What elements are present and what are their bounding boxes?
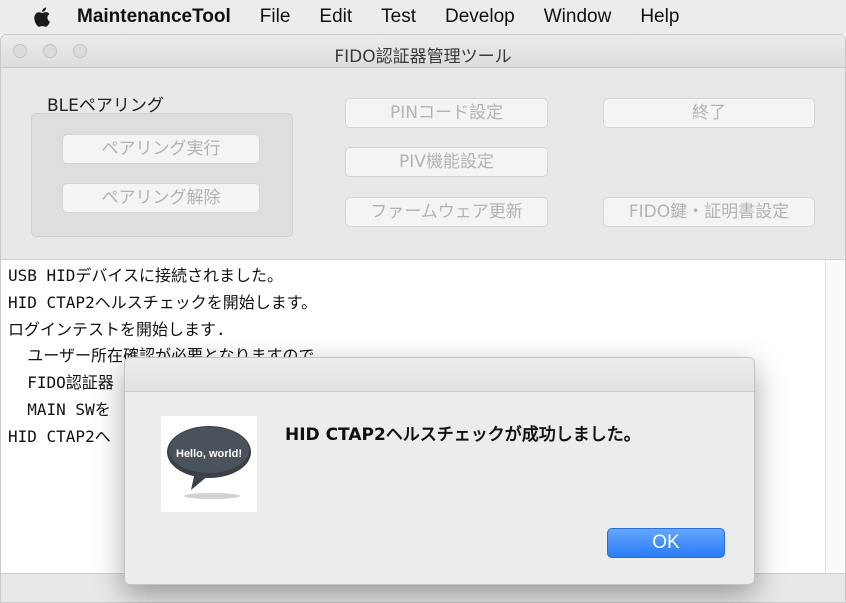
menu-bar: MaintenanceTool File Edit Test Develop W… — [0, 0, 846, 34]
log-line: USB HIDデバイスに接続されました。 — [8, 266, 283, 285]
log-line: ログインテストを開始します. — [8, 320, 226, 339]
menu-test[interactable]: Test — [381, 6, 416, 28]
window-titlebar[interactable]: FIDO認証器管理ツール — [1, 35, 845, 68]
menu-develop[interactable]: Develop — [445, 6, 515, 28]
alert-message: HID CTAP2ヘルスチェックが成功しました。 — [285, 425, 641, 445]
alert-sheet: Hello, world! HID CTAP2ヘルスチェックが成功しました。 O… — [124, 357, 755, 585]
alert-sheet-top — [125, 358, 754, 392]
firmware-update-button[interactable]: ファームウェア更新 — [345, 197, 548, 227]
menu-edit[interactable]: Edit — [319, 6, 352, 28]
pair-button[interactable]: ペアリング実行 — [62, 134, 260, 164]
quit-button[interactable]: 終了 — [603, 98, 815, 128]
apple-menu-icon[interactable] — [31, 5, 55, 29]
piv-settings-button[interactable]: PIV機能設定 — [345, 147, 548, 177]
menu-file[interactable]: File — [260, 6, 291, 28]
unpair-button[interactable]: ペアリング解除 — [62, 183, 260, 213]
menu-help[interactable]: Help — [640, 6, 679, 28]
menu-app-name[interactable]: MaintenanceTool — [77, 6, 231, 28]
fido-key-settings-button[interactable]: FIDO鍵・証明書設定 — [603, 197, 815, 227]
menu-window[interactable]: Window — [544, 6, 612, 28]
log-line: MAIN SWを — [8, 400, 111, 419]
log-line: HID CTAP2ヘルスチェックを開始します。 — [8, 293, 318, 312]
pin-code-button[interactable]: PINコード設定 — [345, 98, 548, 128]
ok-button[interactable]: OK — [607, 528, 725, 558]
window-title: FIDO認証器管理ツール — [334, 47, 512, 67]
log-line: HID CTAP2へ — [8, 427, 111, 446]
ble-group-box — [31, 113, 293, 237]
log-line: FIDO認証器 — [8, 373, 114, 392]
log-scrollbar[interactable] — [825, 260, 845, 574]
icon-text: Hello, world! — [176, 448, 242, 460]
app-icon: Hello, world! — [161, 416, 257, 512]
